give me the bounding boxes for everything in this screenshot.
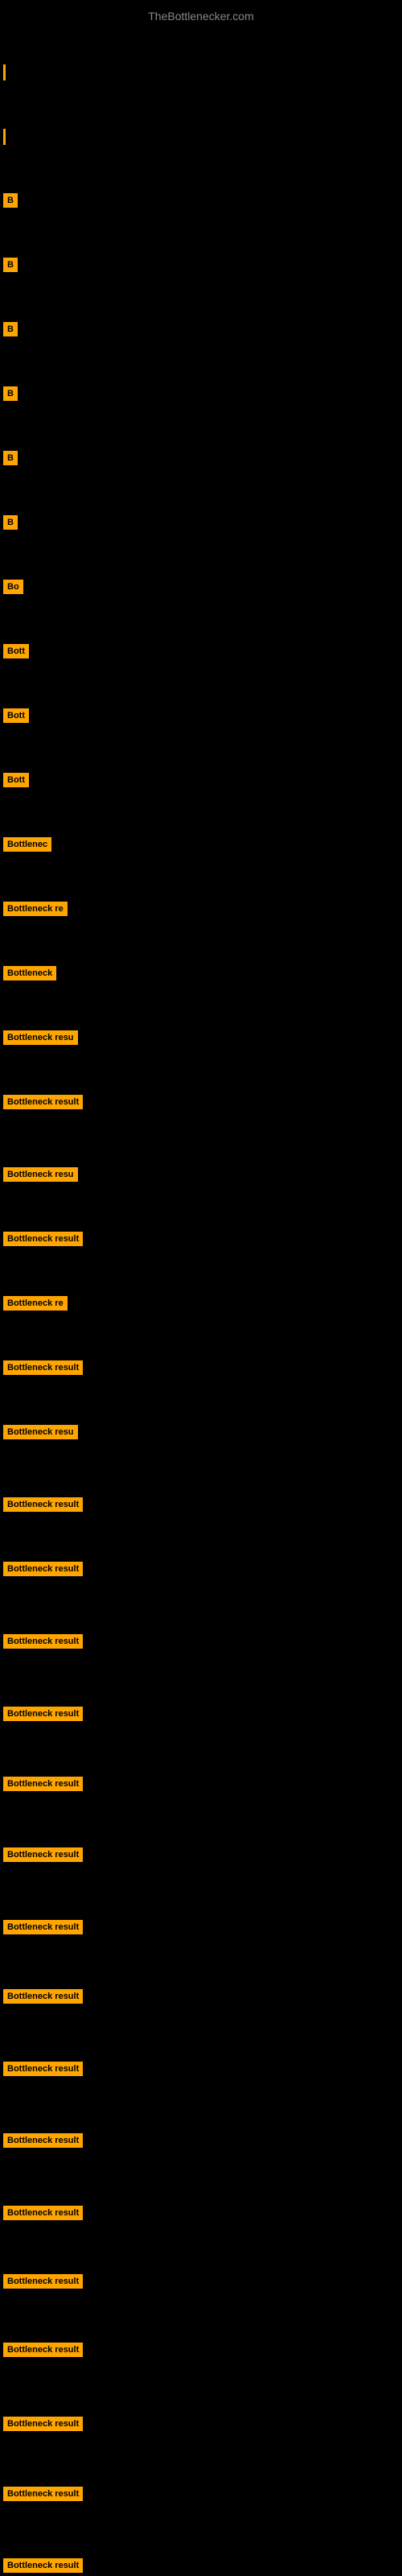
bar-label-8: B: [3, 515, 18, 530]
bar-label-30: Bottleneck result: [3, 1989, 83, 2004]
bar-row-25: Bottleneck result: [3, 1634, 83, 1649]
bar-row-16: Bottleneck resu: [3, 1030, 78, 1045]
bar-label-15: Bottleneck: [3, 966, 56, 980]
bar-label-6: B: [3, 386, 18, 401]
bar-label-28: Bottleneck result: [3, 1847, 83, 1862]
bar-row-18: Bottleneck resu: [3, 1167, 78, 1182]
bar-label-32: Bottleneck result: [3, 2133, 83, 2148]
bar-label-27: Bottleneck result: [3, 1777, 83, 1791]
bar-label-20: Bottleneck re: [3, 1296, 68, 1311]
bar-label-7: B: [3, 451, 18, 465]
bar-label-17: Bottleneck result: [3, 1095, 83, 1109]
bar-label-29: Bottleneck result: [3, 1920, 83, 1934]
bar-row-5: B: [3, 322, 18, 336]
bar-label-25: Bottleneck result: [3, 1634, 83, 1649]
bar-label-4: B: [3, 258, 18, 272]
bar-label-5: B: [3, 322, 18, 336]
bar-label-35: Bottleneck result: [3, 2343, 83, 2357]
bar-label-13: Bottlenec: [3, 837, 51, 852]
bar-row-37: Bottleneck result: [3, 2487, 83, 2501]
bar-label-38: Bottleneck result: [3, 2558, 83, 2573]
bar-row-38: Bottleneck result: [3, 2558, 83, 2573]
bar-label-11: Bott: [3, 708, 29, 723]
bar-label-12: Bott: [3, 773, 29, 787]
bar-label-18: Bottleneck resu: [3, 1167, 78, 1182]
bar-row-28: Bottleneck result: [3, 1847, 83, 1862]
bar-row-17: Bottleneck result: [3, 1095, 83, 1109]
bar-label-34: Bottleneck result: [3, 2274, 83, 2289]
bar-label-10: Bott: [3, 644, 29, 658]
bar-row-23: Bottleneck result: [3, 1497, 83, 1512]
bar-row-7: B: [3, 451, 18, 465]
bar-label-24: Bottleneck result: [3, 1562, 83, 1576]
bar-row-32: Bottleneck result: [3, 2133, 83, 2148]
bar-label-31: Bottleneck result: [3, 2062, 83, 2076]
bar-row-33: Bottleneck result: [3, 2206, 83, 2220]
bar-label-9: Bo: [3, 580, 23, 594]
bar-row-34: Bottleneck result: [3, 2274, 83, 2289]
bar-row-31: Bottleneck result: [3, 2062, 83, 2076]
bar-row-22: Bottleneck resu: [3, 1425, 78, 1439]
bar-row-29: Bottleneck result: [3, 1920, 83, 1934]
bar-row-3: B: [3, 193, 18, 208]
bar-row-27: Bottleneck result: [3, 1777, 83, 1791]
bar-label-33: Bottleneck result: [3, 2206, 83, 2220]
bar-label-14: Bottleneck re: [3, 902, 68, 916]
bar-row-15: Bottleneck: [3, 966, 56, 980]
bar-row-24: Bottleneck result: [3, 1562, 83, 1576]
bar-row-2: [3, 129, 6, 145]
bar-label-23: Bottleneck result: [3, 1497, 83, 1512]
bar-row-13: Bottlenec: [3, 837, 51, 852]
bar-row-1: [3, 64, 6, 80]
bar-row-11: Bott: [3, 708, 29, 723]
bar-row-19: Bottleneck result: [3, 1232, 83, 1246]
bar-label-3: B: [3, 193, 18, 208]
bar-row-26: Bottleneck result: [3, 1707, 83, 1721]
bar-row-20: Bottleneck re: [3, 1296, 68, 1311]
bar-label-26: Bottleneck result: [3, 1707, 83, 1721]
site-title: TheBottlenecker.com: [0, 3, 402, 29]
bar-label-36: Bottleneck result: [3, 2417, 83, 2431]
bar-label-19: Bottleneck result: [3, 1232, 83, 1246]
bar-row-14: Bottleneck re: [3, 902, 68, 916]
bar-label-21: Bottleneck result: [3, 1360, 83, 1375]
bar-row-9: Bo: [3, 580, 23, 594]
bar-row-10: Bott: [3, 644, 29, 658]
bar-row-4: B: [3, 258, 18, 272]
bar-row-12: Bott: [3, 773, 29, 787]
bar-label-22: Bottleneck resu: [3, 1425, 78, 1439]
bar-row-36: Bottleneck result: [3, 2417, 83, 2431]
bar-row-6: B: [3, 386, 18, 401]
bar-label-16: Bottleneck resu: [3, 1030, 78, 1045]
bar-row-35: Bottleneck result: [3, 2343, 83, 2357]
bar-row-30: Bottleneck result: [3, 1989, 83, 2004]
bar-label-37: Bottleneck result: [3, 2487, 83, 2501]
bar-row-21: Bottleneck result: [3, 1360, 83, 1375]
bar-row-8: B: [3, 515, 18, 530]
